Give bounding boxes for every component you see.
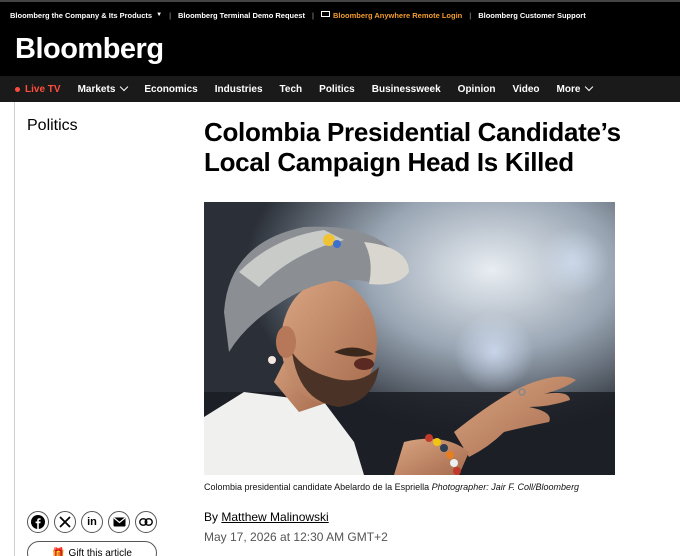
nav-label: Businessweek xyxy=(371,83,441,95)
logo-bar: Bloomberg xyxy=(0,28,680,76)
divider: | xyxy=(311,10,314,20)
nav-label: Tech xyxy=(279,83,303,95)
nav-markets[interactable]: Markets xyxy=(77,82,129,95)
byline: By Matthew Malinowski xyxy=(204,510,329,524)
share-x-button[interactable] xyxy=(54,511,76,533)
chevron-down-icon xyxy=(585,82,594,92)
share-facebook-button[interactable] xyxy=(27,511,49,533)
nav-label: Industries xyxy=(214,83,263,95)
caret-down-icon[interactable]: ▼ xyxy=(156,12,162,18)
nav-label: Politics xyxy=(319,83,355,95)
divider: | xyxy=(469,10,472,20)
link-icon xyxy=(139,518,153,526)
gift-article-button[interactable]: 🎁 Gift this article xyxy=(27,541,157,556)
nav-label: Economics xyxy=(144,83,198,95)
gift-label: Gift this article xyxy=(68,547,132,556)
photo-illustration xyxy=(204,202,615,475)
live-dot-icon xyxy=(15,86,20,92)
gift-icon: 🎁 xyxy=(52,547,65,556)
share-linkedin-button[interactable]: in xyxy=(81,511,103,533)
anywhere-login-link[interactable]: Bloomberg Anywhere Remote Login xyxy=(333,11,462,20)
utility-bar: Bloomberg the Company & Its Products ▼ |… xyxy=(0,0,680,28)
nav-label: Video xyxy=(512,83,540,95)
section-label[interactable]: Politics xyxy=(27,117,78,135)
email-icon xyxy=(113,517,125,527)
article-headline: Colombia Presidential Candidate’s Local … xyxy=(204,117,621,177)
nav-businessweek[interactable]: Businessweek xyxy=(372,84,441,95)
article-photo xyxy=(204,202,615,475)
nav-live-label: Live TV xyxy=(25,83,61,95)
nav-more[interactable]: More xyxy=(556,82,594,95)
copy-link-button[interactable] xyxy=(135,511,157,533)
caption-text: Colombia presidential candidate Abelardo… xyxy=(204,482,430,492)
facebook-icon xyxy=(31,515,45,529)
nav-tech[interactable]: Tech xyxy=(280,84,303,95)
photo-caption: Colombia presidential candidate Abelardo… xyxy=(204,482,579,492)
nav-label: Markets xyxy=(77,83,116,95)
customer-support-link[interactable]: Bloomberg Customer Support xyxy=(478,11,586,20)
chevron-down-icon xyxy=(120,82,129,92)
author-link[interactable]: Matthew Malinowski xyxy=(221,510,328,524)
company-products-link[interactable]: Bloomberg the Company & Its Products xyxy=(10,11,152,20)
left-divider xyxy=(14,102,15,556)
nav-video[interactable]: Video xyxy=(512,84,539,95)
monitor-icon xyxy=(320,11,330,17)
main-nav: Live TV Markets Economics Industries Tec… xyxy=(0,76,680,102)
linkedin-icon: in xyxy=(87,516,97,528)
nav-politics[interactable]: Politics xyxy=(319,84,355,95)
bloomberg-logo[interactable]: Bloomberg xyxy=(15,33,164,66)
nav-label: Opinion xyxy=(457,83,496,95)
nav-industries[interactable]: Industries xyxy=(215,84,263,95)
nav-opinion[interactable]: Opinion xyxy=(458,84,496,95)
x-icon xyxy=(59,516,71,528)
divider: | xyxy=(169,10,172,20)
terminal-demo-link[interactable]: Bloomberg Terminal Demo Request xyxy=(178,11,305,20)
share-bar: in xyxy=(27,511,162,533)
byline-prefix: By xyxy=(204,510,219,524)
nav-label: More xyxy=(556,83,581,95)
nav-economics[interactable]: Economics xyxy=(144,84,197,95)
publish-date: May 17, 2026 at 12:30 AM GMT+2 xyxy=(204,530,388,544)
photo-credit: Photographer: Jair F. Coll/Bloomberg xyxy=(431,482,580,492)
nav-live-tv[interactable]: Live TV xyxy=(15,84,61,95)
share-email-button[interactable] xyxy=(108,511,130,533)
